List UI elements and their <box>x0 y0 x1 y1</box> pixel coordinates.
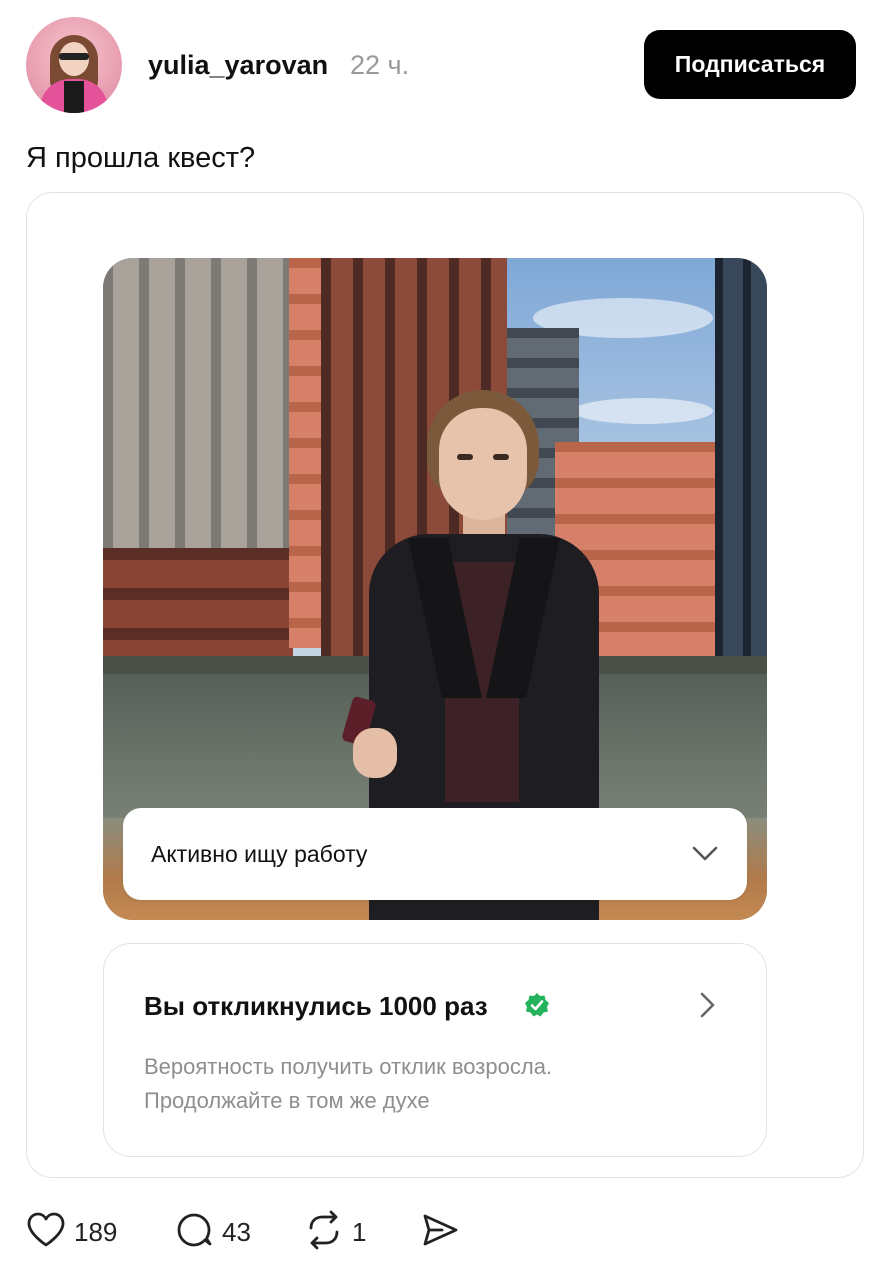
building <box>103 258 293 548</box>
person-hand <box>353 728 397 778</box>
chevron-down-icon <box>691 840 719 868</box>
building <box>103 548 293 658</box>
share-icon <box>420 1210 460 1255</box>
repost-icon <box>304 1210 344 1255</box>
responses-stats-card[interactable]: Вы откликнулись 1000 раз Вероятность пол… <box>103 943 767 1157</box>
person-eye <box>493 454 509 460</box>
post-time: 22 ч. <box>350 50 410 80</box>
stats-title: Вы откликнулись 1000 раз <box>144 991 488 1021</box>
reposts-count: 1 <box>352 1216 367 1247</box>
post-actions: 189 43 1 <box>0 1200 890 1264</box>
repost-button[interactable]: 1 <box>304 1210 367 1255</box>
post-text: Я прошла квест? <box>26 142 256 174</box>
likes-count: 189 <box>74 1216 118 1247</box>
person-face <box>439 408 527 520</box>
verified-check-icon <box>524 992 550 1018</box>
post-card: Активно ищу работу Вы откликнулись 1000 … <box>26 192 864 1178</box>
comments-count: 43 <box>222 1216 251 1247</box>
stats-line: Продолжайте в том же духе <box>144 1088 430 1113</box>
post-header: yulia_yarovan 22 ч. Подписаться <box>0 0 890 130</box>
avatar-glasses <box>59 53 89 60</box>
stats-line: Вероятность получить отклик возросла. <box>144 1054 553 1079</box>
job-status-dropdown[interactable]: Активно ищу работу <box>123 808 747 900</box>
username[interactable]: yulia_yarovan <box>148 48 328 82</box>
subscribe-button[interactable]: Подписаться <box>644 30 856 99</box>
comment-button[interactable]: 43 <box>174 1212 251 1252</box>
share-button[interactable] <box>420 1212 460 1252</box>
job-status-label: Активно ищу работу <box>151 840 368 867</box>
avatar-top <box>64 81 84 113</box>
comment-icon <box>174 1210 214 1255</box>
building <box>289 258 323 648</box>
person-eye <box>457 454 473 460</box>
building <box>715 258 767 658</box>
avatar[interactable] <box>26 17 122 113</box>
like-button[interactable]: 189 <box>26 1212 117 1252</box>
chevron-right-icon <box>694 990 720 1020</box>
heart-icon <box>26 1211 66 1254</box>
